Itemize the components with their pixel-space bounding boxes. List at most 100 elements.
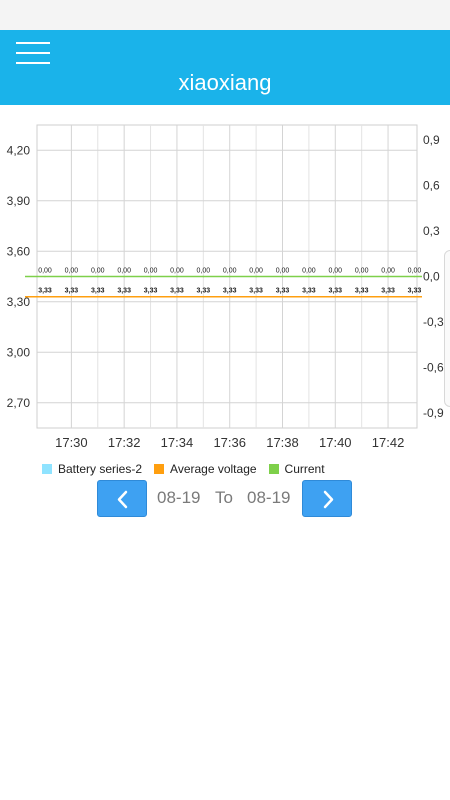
data-point [281,295,284,298]
data-label: 0,00 [408,268,422,275]
data-point [413,295,416,298]
y-left-tick-label: 2,70 [7,396,31,410]
data-point [228,275,231,278]
data-label: 3,33 [91,288,105,295]
data-label: 0,00 [302,268,316,275]
x-tick-label: 17:30 [55,435,88,450]
data-label: 0,00 [328,268,342,275]
voltage-current-chart[interactable]: 4,20 3,90 3,60 3,30 3,00 2,70 0,9 0,6 0,3 0,0 -0,3… [0,115,450,460]
data-label: 0,00 [38,268,52,275]
data-label: 3,33 [170,288,184,295]
data-label: 3,33 [302,288,316,295]
data-label: 0,00 [223,268,237,275]
data-point [123,275,125,278]
legend-item-average-voltage: Average voltage [154,462,257,476]
y-left-tick-label: 3,00 [7,345,31,359]
data-label: 0,00 [197,268,211,275]
legend-item-current: Current [268,462,325,476]
legend-swatch [42,464,52,474]
data-point [308,275,310,278]
previous-date-button[interactable] [97,480,147,517]
y-right-tick-label: -0,6 [423,360,444,374]
data-point [334,295,337,298]
x-tick-label: 17:38 [266,435,299,450]
chart-legend: Battery series-2 Average voltage Current [42,460,337,478]
data-point [360,275,363,278]
data-label: 3,33 [144,288,158,295]
y-right-tick-label: -0,3 [423,315,444,329]
data-label: 3,33 [197,288,211,295]
data-label: 3,33 [355,288,369,295]
legend-item-battery-series: Battery series-2 [42,462,142,476]
data-point [387,275,389,278]
x-tick-label: 17:36 [213,435,246,450]
data-label: 3,33 [408,288,422,295]
chevron-left-icon [117,490,128,509]
y-right-tick-label: 0,6 [423,179,440,193]
y-right-tick-label: -0,9 [423,406,444,420]
end-date[interactable]: 08-19 [247,488,290,508]
data-point [176,295,178,298]
date-range-separator: To [215,488,233,507]
data-point [44,295,46,298]
data-point [281,275,284,278]
data-point [149,295,152,298]
data-label: 0,00 [355,268,369,275]
data-point [44,275,46,278]
y-right-tick-label: 0,9 [423,133,440,147]
data-point [360,295,363,298]
data-label: 3,33 [249,288,263,295]
data-label: 0,00 [117,268,131,275]
status-bar [0,0,450,30]
page-title: xiaoxiang [178,70,272,95]
data-label: 3,33 [223,288,237,295]
data-label: 3,33 [381,288,395,295]
data-point [70,275,73,278]
data-point [255,295,257,298]
start-date[interactable]: 08-19 [157,488,200,508]
data-point [387,295,389,298]
y-right-tick-label: 0,0 [423,270,440,284]
data-point [202,295,205,298]
y-left-tick-label: 3,90 [7,194,31,208]
data-label: 0,00 [381,268,395,275]
data-point [96,295,99,298]
data-label: 0,00 [65,268,79,275]
data-point [149,275,152,278]
y-left-tick-label: 4,20 [7,143,31,157]
data-label: 0,00 [144,268,158,275]
data-point [176,275,178,278]
data-point [96,275,99,278]
y-right-tick-label: 0,3 [423,224,440,238]
data-point [413,275,416,278]
data-point [255,275,257,278]
data-point [334,275,337,278]
legend-label: Battery series-2 [58,462,143,476]
menu-button[interactable] [16,40,50,66]
x-tick-label: 17:42 [372,435,405,450]
data-label: 3,33 [276,288,290,295]
date-range-selector: 08-19 To 08-19 [97,480,352,517]
data-label: 0,00 [276,268,290,275]
data-label: 0,00 [170,268,184,275]
x-tick-label: 17:40 [319,435,352,450]
chevron-right-icon [323,490,334,509]
data-point [228,295,231,298]
x-tick-label: 17:34 [161,435,194,450]
data-label: 3,33 [328,288,342,295]
data-point [308,295,310,298]
data-label: 0,00 [249,268,263,275]
next-date-button[interactable] [302,480,352,517]
chart-svg: 4,203,903,603,303,002,700,90,60,30,0-0,3… [7,124,444,450]
legend-label: Average voltage [170,462,257,476]
data-label: 0,00 [91,268,105,275]
data-point [123,295,125,298]
data-point [202,275,205,278]
data-point [70,295,73,298]
legend-swatch [154,464,165,474]
data-label: 3,33 [65,288,79,295]
data-label: 3,33 [38,288,52,295]
side-drawer-handle[interactable] [444,250,450,407]
legend-label: Current [284,462,325,476]
x-tick-label: 17:32 [108,435,141,450]
